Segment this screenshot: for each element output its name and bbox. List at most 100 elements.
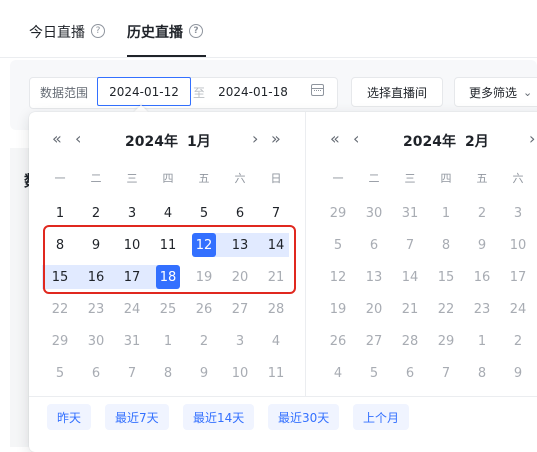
calendar-day[interactable]: 4 [320, 361, 356, 385]
calendar-day[interactable]: 25 [150, 297, 186, 321]
left-month-title[interactable]: 1月 [187, 131, 211, 151]
calendar-day[interactable]: 2 [186, 329, 222, 353]
calendar-day[interactable]: 17 [114, 265, 150, 289]
calendar-day[interactable]: 4 [258, 329, 294, 353]
calendar-day[interactable]: 27 [222, 297, 258, 321]
calendar-day[interactable]: 17 [500, 265, 536, 289]
calendar-day[interactable]: 8 [42, 233, 78, 257]
shortcut-button[interactable]: 最近30天 [268, 404, 340, 430]
calendar-day[interactable]: 5 [186, 201, 222, 225]
calendar-day[interactable]: 5 [42, 361, 78, 385]
calendar-day[interactable]: 24 [500, 297, 536, 321]
calendar-day[interactable]: 31 [392, 201, 428, 225]
calendar-day[interactable]: 23 [78, 297, 114, 321]
calendar-day[interactable]: 13 [222, 233, 258, 257]
calendar-day[interactable]: 26 [320, 329, 356, 353]
calendar-day[interactable]: 15 [428, 265, 464, 289]
calendar-day[interactable]: 27 [356, 329, 392, 353]
calendar-day[interactable]: 16 [464, 265, 500, 289]
calendar-day[interactable]: 7 [258, 201, 294, 225]
tab-today-live[interactable]: 今日直播 ? [29, 22, 105, 52]
calendar-day[interactable]: 7 [392, 233, 428, 257]
calendar-day-range-end[interactable]: 18 [150, 265, 186, 289]
calendar-day[interactable]: 5 [320, 233, 356, 257]
calendar-day[interactable]: 6 [222, 201, 258, 225]
end-date-input[interactable]: 2024-01-18 [207, 78, 299, 106]
calendar-day[interactable]: 28 [258, 297, 294, 321]
calendar-day[interactable]: 12 [320, 265, 356, 289]
calendar-day[interactable]: 21 [258, 265, 294, 289]
next-year-icon[interactable]: » [271, 131, 281, 147]
prev-year-icon[interactable]: « [52, 131, 62, 147]
prev-month-icon[interactable]: ‹ [353, 131, 359, 147]
next-month-icon[interactable]: › [529, 131, 535, 147]
calendar-day[interactable]: 13 [356, 265, 392, 289]
select-live-room-button[interactable]: 选择直播间 [351, 77, 443, 107]
shortcut-button[interactable]: 上个月 [353, 404, 410, 430]
calendar-day[interactable]: 4 [150, 201, 186, 225]
calendar-day[interactable]: 28 [392, 329, 428, 353]
right-month-title[interactable]: 2月 [465, 131, 489, 151]
calendar-day[interactable]: 19 [186, 265, 222, 289]
calendar-day[interactable]: 1 [428, 201, 464, 225]
tab-history-live[interactable]: 历史直播 ? [127, 22, 203, 52]
calendar-day[interactable]: 31 [114, 329, 150, 353]
calendar-day[interactable]: 29 [42, 329, 78, 353]
calendar-day[interactable]: 1 [464, 329, 500, 353]
calendar-day[interactable]: 6 [78, 361, 114, 385]
calendar-day[interactable]: 15 [42, 265, 78, 289]
calendar-day[interactable]: 9 [78, 233, 114, 257]
calendar-day[interactable]: 2 [78, 201, 114, 225]
calendar-day[interactable]: 9 [186, 361, 222, 385]
calendar-day[interactable]: 1 [42, 201, 78, 225]
calendar-day[interactable]: 30 [78, 329, 114, 353]
prev-year-icon[interactable]: « [330, 131, 340, 147]
more-filter-button[interactable]: 更多筛选 ⌄ [454, 77, 537, 107]
shortcut-button[interactable]: 昨天 [47, 404, 92, 430]
calendar-day[interactable]: 11 [258, 361, 294, 385]
calendar-day[interactable]: 29 [428, 329, 464, 353]
calendar-day[interactable]: 2 [500, 329, 536, 353]
calendar-day[interactable]: 16 [78, 265, 114, 289]
calendar-day[interactable]: 1 [150, 329, 186, 353]
calendar-day[interactable]: 14 [258, 233, 294, 257]
calendar-day[interactable]: 22 [428, 297, 464, 321]
shortcut-button[interactable]: 最近7天 [105, 404, 169, 430]
calendar-day[interactable]: 3 [222, 329, 258, 353]
calendar-day[interactable]: 9 [464, 233, 500, 257]
start-date-input[interactable]: 2024-01-12 [97, 77, 191, 106]
right-year-title[interactable]: 2024年 [403, 131, 456, 151]
calendar-icon[interactable] [311, 84, 324, 96]
calendar-day[interactable]: 21 [392, 297, 428, 321]
calendar-day[interactable]: 5 [356, 361, 392, 385]
calendar-day[interactable]: 8 [428, 233, 464, 257]
calendar-day[interactable]: 11 [150, 233, 186, 257]
calendar-day[interactable]: 9 [500, 361, 536, 385]
calendar-day[interactable]: 29 [320, 201, 356, 225]
prev-month-icon[interactable]: ‹ [75, 131, 81, 147]
calendar-day[interactable]: 30 [356, 201, 392, 225]
calendar-day[interactable]: 6 [356, 233, 392, 257]
next-month-icon[interactable]: › [252, 131, 258, 147]
calendar-day[interactable]: 10 [114, 233, 150, 257]
calendar-day[interactable]: 3 [500, 201, 536, 225]
calendar-day[interactable]: 3 [114, 201, 150, 225]
calendar-day[interactable]: 14 [392, 265, 428, 289]
calendar-day[interactable]: 26 [186, 297, 222, 321]
calendar-day-range-start[interactable]: 12 [186, 233, 222, 257]
calendar-day[interactable]: 10 [222, 361, 258, 385]
calendar-day[interactable]: 19 [320, 297, 356, 321]
calendar-day[interactable]: 7 [114, 361, 150, 385]
left-year-title[interactable]: 2024年 [125, 131, 178, 151]
calendar-day[interactable]: 24 [114, 297, 150, 321]
calendar-day[interactable]: 2 [464, 201, 500, 225]
calendar-day[interactable]: 8 [150, 361, 186, 385]
calendar-day[interactable]: 8 [464, 361, 500, 385]
calendar-day[interactable]: 6 [392, 361, 428, 385]
calendar-day[interactable]: 22 [42, 297, 78, 321]
calendar-day[interactable]: 20 [356, 297, 392, 321]
calendar-day[interactable]: 23 [464, 297, 500, 321]
help-icon[interactable]: ? [91, 24, 105, 38]
shortcut-button[interactable]: 最近14天 [183, 404, 255, 430]
calendar-day[interactable]: 7 [428, 361, 464, 385]
